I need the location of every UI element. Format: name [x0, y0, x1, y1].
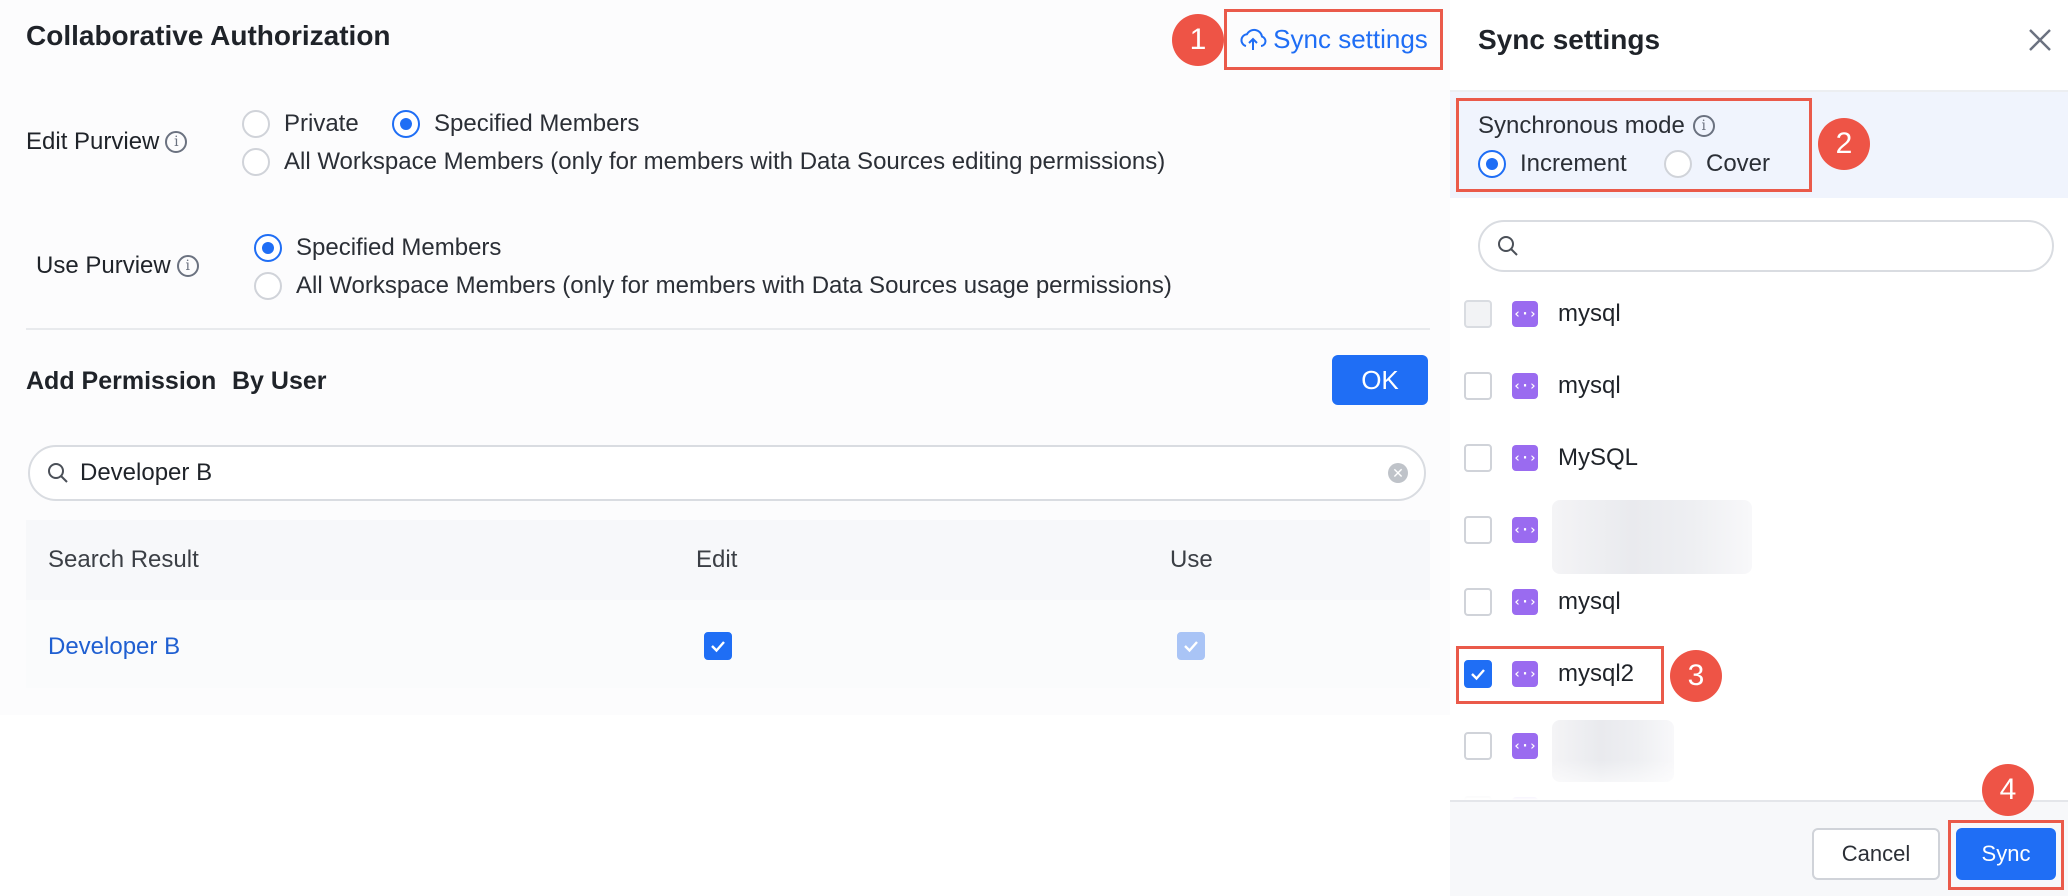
use-option-specified-members[interactable]: Specified Members: [254, 234, 501, 262]
checkbox[interactable]: [1464, 444, 1492, 472]
edit-option-all-workspace[interactable]: All Workspace Members (only for members …: [242, 148, 1165, 176]
cloud-upload-icon: [1240, 28, 1267, 50]
sync-mode-label: Synchronous mode i: [1478, 112, 1715, 140]
list-item[interactable]: ‹·› mysql: [1464, 576, 2054, 628]
column-header-edit: Edit: [696, 546, 738, 573]
checkbox[interactable]: [1464, 516, 1492, 544]
database-icon: ‹·›: [1512, 445, 1538, 471]
datasource-name: MySQL: [1558, 444, 1639, 471]
edit-purview-text: Edit Purview: [26, 128, 160, 155]
radio-all-workspace[interactable]: [254, 272, 282, 300]
close-icon[interactable]: [2024, 24, 2056, 56]
option-label: Specified Members: [434, 110, 640, 137]
option-label: All Workspace Members (only for members …: [296, 272, 1172, 299]
option-label: Increment: [1520, 150, 1627, 177]
checkbox: [1464, 300, 1492, 328]
database-icon: ‹·›: [1512, 373, 1538, 399]
add-permission-label: Add Permission: [26, 367, 217, 395]
list-item[interactable]: ‹·› MySQL: [1464, 432, 2054, 484]
radio-cover[interactable]: [1664, 150, 1692, 178]
use-option-all-workspace[interactable]: All Workspace Members (only for members …: [254, 272, 1172, 300]
page-title: Collaborative Authorization: [26, 20, 391, 51]
divider: [26, 328, 1430, 330]
sync-settings-label: Sync settings: [1273, 24, 1428, 54]
datasource-name: mysql: [1558, 588, 1621, 615]
option-label: Private: [284, 110, 359, 137]
use-checkbox: [1177, 632, 1205, 660]
use-purview-label: Use Purview i: [36, 252, 199, 280]
search-value: Developer B: [80, 459, 213, 486]
blurred-name: [1552, 500, 1752, 574]
drawer-title: Sync settings: [1478, 24, 1661, 55]
search-icon: [1498, 236, 1518, 256]
info-icon[interactable]: i: [165, 131, 188, 153]
radio-specified-members[interactable]: [392, 110, 420, 138]
list-fade: [1450, 760, 2068, 800]
cancel-button[interactable]: Cancel: [1812, 828, 1940, 880]
ok-button[interactable]: OK: [1332, 355, 1428, 405]
member-name-link[interactable]: Developer B: [48, 633, 180, 661]
step-badge-1: 1: [1172, 14, 1224, 66]
sync-settings-link[interactable]: Sync settings: [1224, 9, 1443, 70]
radio-specified-members[interactable]: [254, 234, 282, 262]
sync-button[interactable]: Sync: [1956, 828, 2056, 880]
info-icon[interactable]: i: [1692, 115, 1715, 137]
list-item[interactable]: ‹·› mysql: [1464, 288, 2054, 340]
radio-all-workspace[interactable]: [242, 148, 270, 176]
database-icon: ‹·›: [1512, 733, 1538, 759]
info-icon[interactable]: i: [176, 255, 199, 277]
database-icon: ‹·›: [1512, 517, 1538, 543]
option-label: Specified Members: [296, 234, 502, 261]
edit-option-private[interactable]: Private: [242, 110, 359, 138]
option-label: All Workspace Members (only for members …: [284, 148, 1166, 175]
checkbox[interactable]: [1464, 588, 1492, 616]
column-header-use: Use: [1170, 546, 1213, 573]
column-header-search-result: Search Result: [48, 546, 199, 573]
member-search-input[interactable]: Developer B ✕: [28, 445, 1426, 501]
database-icon: ‹·›: [1512, 589, 1538, 615]
step-badge-3: 3: [1670, 650, 1722, 702]
step-badge-4: 4: [1982, 764, 2034, 816]
radio-private[interactable]: [242, 110, 270, 138]
mode-increment[interactable]: Increment: [1478, 150, 1627, 178]
step-badge-2: 2: [1818, 118, 1870, 170]
datasource-name: mysql: [1558, 372, 1621, 399]
datasource-search-input[interactable]: [1478, 220, 2054, 272]
edit-option-specified-members[interactable]: Specified Members: [392, 110, 639, 138]
search-icon: [48, 463, 68, 483]
list-item[interactable]: ‹·› mysql: [1464, 360, 2054, 412]
sync-mode-text: Synchronous mode: [1478, 112, 1685, 139]
clear-icon[interactable]: ✕: [1388, 463, 1408, 483]
option-label: Cover: [1706, 150, 1771, 177]
database-icon: ‹·›: [1512, 301, 1538, 327]
check-icon: [1184, 641, 1198, 653]
by-user-tab[interactable]: By User: [232, 367, 327, 396]
checkbox[interactable]: [1464, 732, 1492, 760]
use-purview-text: Use Purview: [36, 252, 171, 279]
radio-increment[interactable]: [1478, 150, 1506, 178]
checkbox[interactable]: [1464, 372, 1492, 400]
edit-checkbox[interactable]: [704, 632, 732, 660]
highlight-box-step-3: [1456, 646, 1664, 704]
datasource-name: mysql: [1558, 300, 1621, 327]
check-icon: [711, 641, 725, 653]
edit-purview-label: Edit Purview i: [26, 128, 188, 156]
mode-cover[interactable]: Cover: [1664, 150, 1770, 178]
